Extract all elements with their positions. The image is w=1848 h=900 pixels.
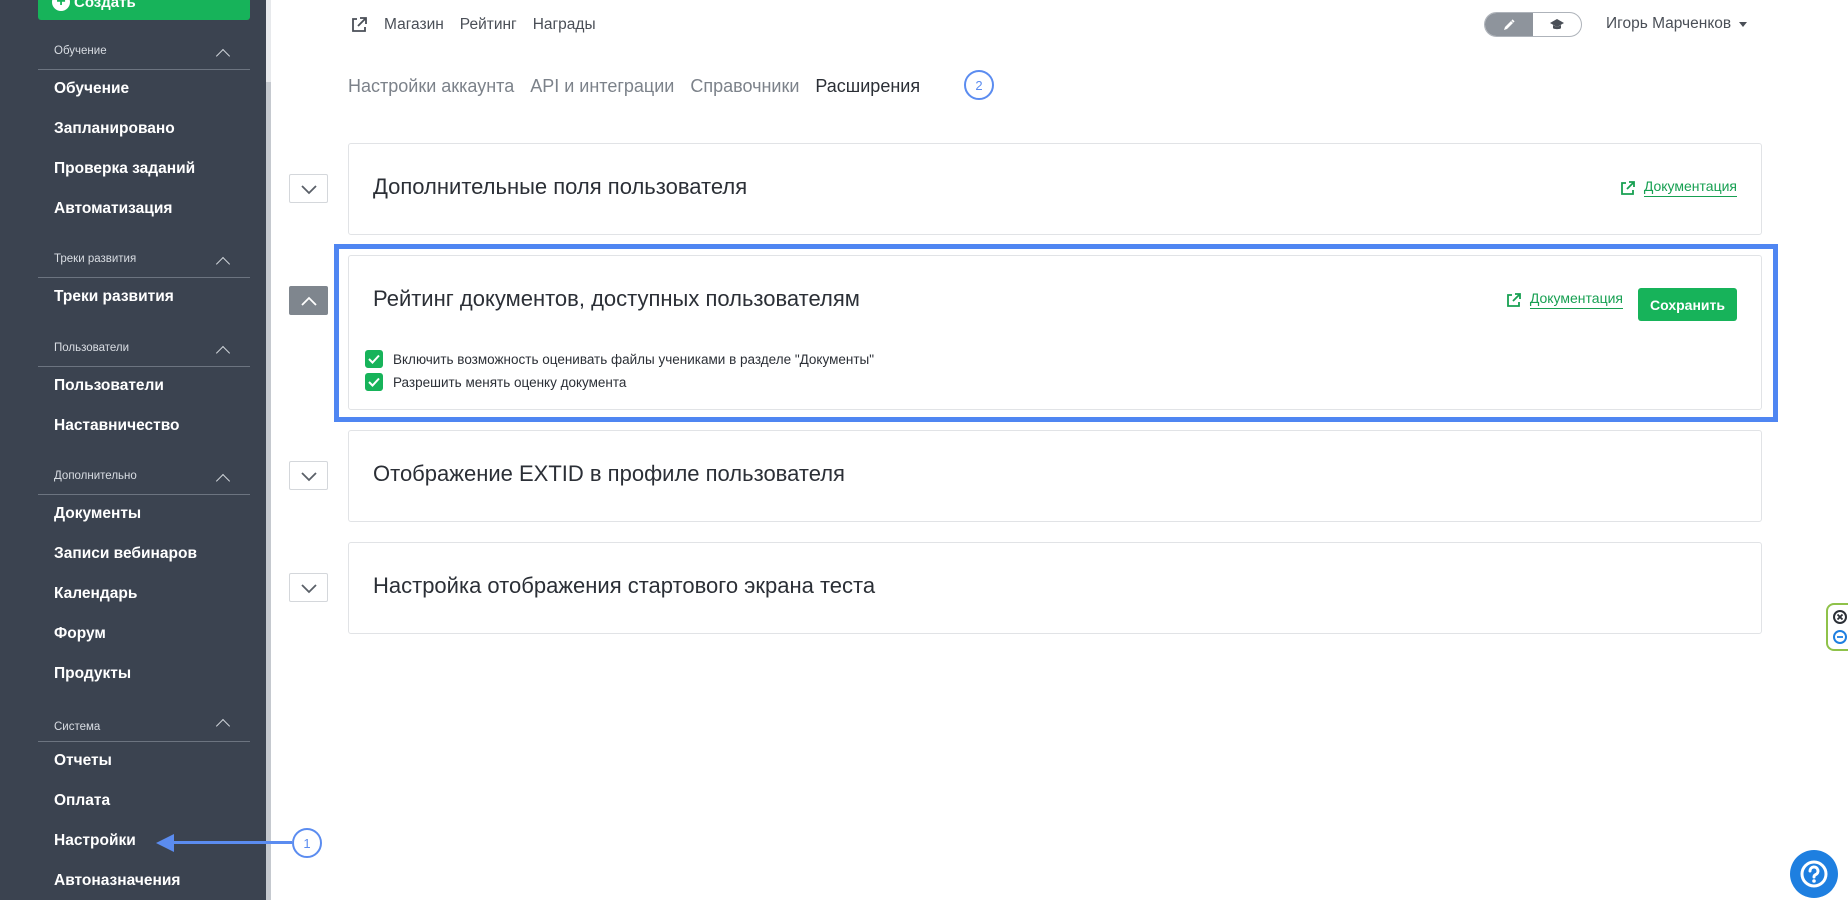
chevron-up-icon [300,296,317,306]
sidebar-item-task-review[interactable]: Проверка заданий [54,160,195,178]
external-link-icon [352,17,367,32]
section-divider [38,741,250,742]
user-name: Игорь Марченков [1606,15,1732,32]
create-button[interactable]: + Создать [38,0,250,20]
mode-toggle[interactable] [1484,12,1582,37]
sidebar-scrollbar[interactable] [266,0,271,900]
sidebar-item-payment[interactable]: Оплата [54,792,110,810]
collapse-chevron-icon[interactable] [215,718,231,734]
sidebar-item-settings[interactable]: Настройки [54,832,136,850]
sidebar-item-auto-assignments[interactable]: Автоназначения [54,872,180,890]
annotation-step-1: 1 [292,828,322,858]
collapse-chevron-icon[interactable] [215,48,231,64]
tab-extensions[interactable]: Расширения [815,76,920,97]
settings-tabs: Настройки аккаунта API и интеграции Спра… [348,76,920,97]
annotation-step-2: 2 [964,70,994,100]
panel-title: Отображение EXTID в профиле пользователя [373,461,845,486]
side-widget[interactable] [1826,603,1848,651]
documentation-link[interactable]: Документация [1620,178,1737,197]
collapse-chevron-icon[interactable] [215,345,231,361]
panel-extid-display: Отображение EXTID в профиле пользователя [348,430,1762,522]
sidebar-item-forum[interactable]: Форум [54,625,106,643]
annotation-highlight-box [334,244,1778,422]
question-icon [1800,860,1828,888]
user-menu[interactable]: Игорь Марченков [1606,15,1748,33]
section-divider [38,494,250,495]
collapse-chevron-icon[interactable] [215,256,231,272]
expand-panel-button[interactable] [289,461,328,490]
plus-icon: + [52,0,70,11]
tab-account-settings[interactable]: Настройки аккаунта [348,76,514,97]
expand-panel-button[interactable] [289,174,328,203]
documentation-link-label: Документация [1643,178,1737,197]
top-link-awards[interactable]: Награды [533,16,596,34]
chevron-down-icon [300,184,317,194]
panel-title: Дополнительные поля пользователя [373,174,748,199]
sidebar-item-tracks[interactable]: Треки развития [54,288,174,306]
section-title-additional: Дополнительно [54,470,137,482]
tab-api-integrations[interactable]: API и интеграции [530,76,674,97]
scrollbar-thumb[interactable] [266,82,271,900]
top-link-shop[interactable]: Магазин [384,16,444,34]
external-link-icon [1620,180,1635,195]
section-divider [38,277,250,278]
sidebar: + Создать Обучение Обучение Запланирован… [0,0,266,900]
sidebar-item-calendar[interactable]: Календарь [54,585,137,603]
create-button-label: Создать [74,0,136,11]
section-title-users: Пользователи [54,342,130,354]
panel-extra-user-fields: Дополнительные поля пользователя Докумен… [348,143,1762,235]
sidebar-item-products[interactable]: Продукты [54,665,131,683]
section-title-learning: Обучение [54,45,107,57]
panel-test-start-screen: Настройка отображения стартового экрана … [348,542,1762,634]
top-navigation: Магазин Рейтинг Награды [350,16,596,34]
section-divider [38,69,250,70]
edit-mode-button[interactable] [1485,13,1533,36]
sidebar-item-documents[interactable]: Документы [54,505,141,523]
sidebar-item-learning[interactable]: Обучение [54,80,129,98]
section-title-tracks: Треки развития [54,253,137,265]
student-mode-button[interactable] [1533,13,1581,36]
expand-panel-button[interactable] [289,573,328,602]
caret-down-icon [1739,21,1748,27]
sidebar-item-reports[interactable]: Отчеты [54,752,112,770]
sidebar-item-webinar-records[interactable]: Записи вебинаров [54,545,197,563]
sidebar-item-mentoring[interactable]: Наставничество [54,417,179,435]
sidebar-item-users[interactable]: Пользователи [54,377,164,395]
annotation-arrow-line [172,841,292,844]
sidebar-item-automation[interactable]: Автоматизация [54,200,172,218]
chevron-down-icon [300,471,317,481]
panel-title: Настройка отображения стартового экрана … [373,573,876,598]
top-link-rating[interactable]: Рейтинг [460,16,517,34]
pencil-icon [1504,18,1515,30]
collapse-chevron-icon[interactable] [215,473,231,489]
chevron-down-icon [300,583,317,593]
sidebar-item-scheduled[interactable]: Запланировано [54,120,175,138]
section-divider [38,366,250,367]
close-icon[interactable] [1828,605,1848,649]
help-button[interactable] [1790,850,1838,898]
graduation-cap-icon [1550,18,1564,29]
tab-references[interactable]: Справочники [690,76,799,97]
section-title-system: Система [54,721,101,733]
collapse-panel-button[interactable] [289,286,328,315]
